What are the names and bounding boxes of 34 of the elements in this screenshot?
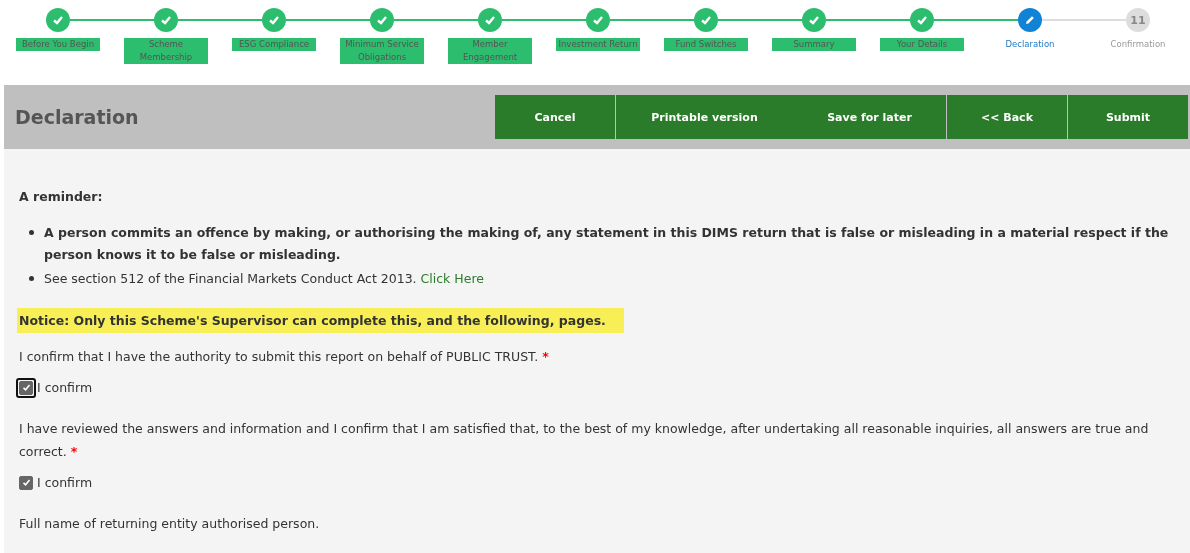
question-text: I have reviewed the answers and information and I confirm that I am satisfied that, to the best of my knowledge, after undertaking all reasonable inquiries, all answers are true and correct. *	[19, 420, 1150, 461]
pencil-icon	[1018, 8, 1042, 32]
action-button[interactable]: << Back	[947, 95, 1067, 139]
field-label: Full name of returning entity authorised person.	[19, 515, 321, 533]
action-button[interactable]: Printable version	[616, 95, 793, 139]
notice-banner: Notice: Only this Scheme's Supervisor can complete this, and the following, pages.	[17, 308, 624, 333]
step-label[interactable]: Minimum Service Obligations	[340, 38, 424, 64]
step-label[interactable]: ESG Compliance	[232, 38, 316, 51]
step-label[interactable]: Member Engagement	[448, 38, 532, 64]
step-label[interactable]: Before You Begin	[16, 38, 100, 51]
step-label[interactable]: Your Details	[880, 38, 964, 51]
click-here-link[interactable]: Click Here	[420, 271, 484, 286]
action-button[interactable]: Cancel	[495, 95, 615, 139]
step-label[interactable]: Fund Switches	[664, 38, 748, 51]
action-button[interactable]: Submit	[1068, 95, 1188, 139]
step-label[interactable]: Scheme Membership	[124, 38, 208, 64]
checkbox-label: I confirm	[37, 380, 93, 395]
page-title: Declaration	[14, 106, 139, 128]
bullet-icon	[29, 230, 34, 235]
reminder-heading: A reminder:	[19, 189, 104, 204]
checkbox[interactable]	[19, 475, 33, 490]
step-label[interactable]: Declaration	[988, 38, 1072, 51]
reminder-text: See section 512 of the Financial Markets Conduct Act 2013. Click Here	[44, 270, 484, 288]
action-button[interactable]: Save for later	[793, 95, 946, 139]
step-label[interactable]: Summary	[772, 38, 856, 51]
step-label[interactable]: Investment Return	[556, 38, 640, 51]
check-icon	[21, 383, 31, 392]
bullet-icon	[29, 276, 34, 281]
step-label[interactable]: Confirmation	[1096, 38, 1180, 51]
reminder-text: A person commits an offence by making, or authorising the making of, any statement in this DIMS return that is false or misleading in a material respect if the person knows it to be false or misleading.	[44, 224, 1170, 264]
question-text: I confirm that I have the authority to submit this report on behalf of PUBLIC TRUST. *	[19, 348, 550, 366]
checkbox-label: I confirm	[37, 475, 93, 490]
step-number: 11	[1126, 8, 1150, 32]
check-icon	[21, 478, 31, 487]
